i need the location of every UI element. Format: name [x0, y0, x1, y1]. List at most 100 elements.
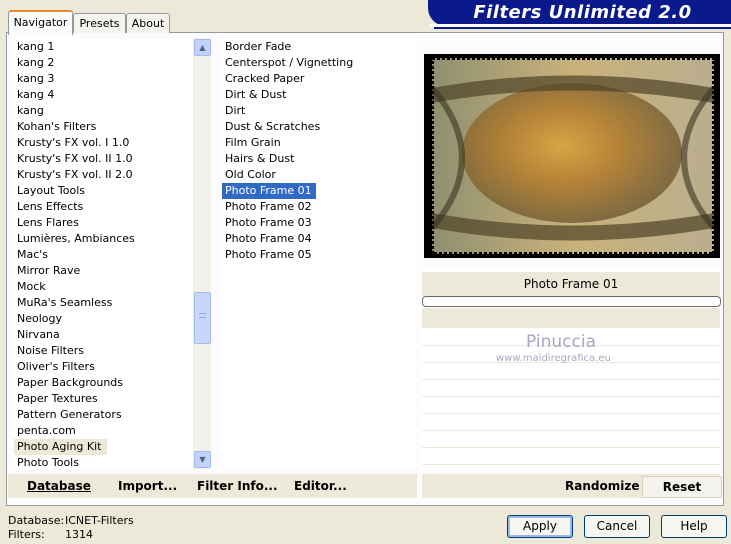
tab-navigator[interactable]: Navigator	[8, 10, 73, 35]
category-item[interactable]: Photo Aging Kit	[14, 439, 193, 455]
category-item-label: penta.com	[17, 424, 76, 437]
tab-presets[interactable]: Presets	[73, 13, 126, 33]
category-item[interactable]: Photo Tools	[14, 455, 193, 469]
database-button[interactable]: Database	[27, 474, 91, 498]
scroll-down-button[interactable]: ▼	[194, 451, 211, 468]
randomize-label: Randomize	[565, 479, 640, 493]
editor-label: Editor...	[294, 479, 347, 493]
filter-item[interactable]: Hairs & Dust	[222, 151, 416, 167]
reset-button[interactable]: Reset	[642, 476, 722, 498]
category-item[interactable]: Noise Filters	[14, 343, 193, 359]
category-item-label: Kohan's Filters	[17, 120, 97, 133]
category-item[interactable]: kang 3	[14, 71, 193, 87]
category-item-label: Krusty's FX vol. II 1.0	[17, 152, 133, 165]
category-item-label: Layout Tools	[17, 184, 85, 197]
category-item[interactable]: Neology	[14, 311, 193, 327]
category-item[interactable]: kang 1	[14, 39, 193, 55]
category-scrollbar[interactable]: ▲ ▼	[193, 38, 211, 469]
import-button[interactable]: Import...	[118, 474, 177, 498]
category-item[interactable]: Krusty's FX vol. II 1.0	[14, 151, 193, 167]
category-item[interactable]: Lens Flares	[14, 215, 193, 231]
category-item[interactable]: Kohan's Filters	[14, 119, 193, 135]
filter-item[interactable]: Border Fade	[222, 39, 416, 55]
category-item-label: Paper Backgrounds	[17, 376, 124, 389]
param-row-divider	[422, 447, 720, 448]
filter-info-label: Filter Info...	[197, 479, 278, 493]
category-item[interactable]: Mock	[14, 279, 193, 295]
filter-item-label: Photo Frame 02	[225, 200, 312, 213]
category-item[interactable]: Oliver's Filters	[14, 359, 193, 375]
filter-item[interactable]: Photo Frame 01	[222, 183, 416, 199]
category-item[interactable]: Paper Textures	[14, 391, 193, 407]
filter-list[interactable]: Border Fade Centerspot / Vignetting Cracke…	[222, 38, 416, 469]
tab-about[interactable]: About	[126, 13, 170, 33]
status-database-value: ICNET-Filters	[65, 514, 134, 527]
category-item[interactable]: MuRa's Seamless	[14, 295, 193, 311]
category-item[interactable]: Lumières, Ambiances	[14, 231, 193, 247]
filter-item-label: Photo Frame 03	[225, 216, 312, 229]
filter-item[interactable]: Dust & Scratches	[222, 119, 416, 135]
category-item-label: kang 4	[17, 88, 55, 101]
cancel-button[interactable]: Cancel	[584, 515, 650, 538]
category-item[interactable]: kang 4	[14, 87, 193, 103]
status-database-label: Database:	[8, 514, 65, 527]
filter-item[interactable]: Dirt	[222, 103, 416, 119]
status-filters-value: 1314	[65, 528, 93, 541]
category-item[interactable]: Paper Backgrounds	[14, 375, 193, 391]
category-item[interactable]: Krusty's FX vol. II 2.0	[14, 167, 193, 183]
filter-item-label: Hairs & Dust	[225, 152, 295, 165]
randomize-button[interactable]: Randomize	[565, 474, 639, 498]
filter-item[interactable]: Photo Frame 04	[222, 231, 416, 247]
filter-item-label: Dirt & Dust	[225, 88, 287, 101]
param-row-divider	[422, 430, 720, 431]
category-item[interactable]: Lens Effects	[14, 199, 193, 215]
filter-item[interactable]: Cracked Paper	[222, 71, 416, 87]
category-item[interactable]: Krusty's FX vol. I 1.0	[14, 135, 193, 151]
filter-item-label: Cracked Paper	[225, 72, 305, 85]
scroll-up-button[interactable]: ▲	[194, 39, 211, 56]
scrollbar-thumb[interactable]	[194, 292, 211, 344]
editor-button[interactable]: Editor...	[294, 474, 347, 498]
filter-item-label: Film Grain	[225, 136, 281, 149]
filter-item-label: Photo Frame 04	[225, 232, 312, 245]
import-label: Import...	[118, 479, 178, 493]
category-list[interactable]: kang 1 kang 2 kang 3 kang 4 kang Kohan's Filt…	[14, 38, 193, 469]
param-row-divider	[422, 464, 720, 465]
param-row-divider	[422, 413, 720, 414]
filter-item-label: Photo Frame 05	[225, 248, 312, 261]
progress-bar	[422, 296, 721, 307]
filter-item[interactable]: Centerspot / Vignetting	[222, 55, 416, 71]
category-item-label: kang 2	[17, 56, 55, 69]
category-item-label: kang	[17, 104, 44, 117]
filter-item-label: Centerspot / Vignetting	[225, 56, 354, 69]
category-item[interactable]: Nirvana	[14, 327, 193, 343]
filter-item[interactable]: Old Color	[222, 167, 416, 183]
category-item-label: Photo Aging Kit	[14, 439, 108, 455]
filter-item[interactable]: Photo Frame 05	[222, 247, 416, 263]
category-item-label: Lens Effects	[17, 200, 84, 213]
filter-item[interactable]: Dirt & Dust	[222, 87, 416, 103]
category-item-label: Noise Filters	[17, 344, 84, 357]
apply-button[interactable]: Apply	[507, 515, 573, 538]
category-item-label: kang 1	[17, 40, 55, 53]
filter-item[interactable]: Photo Frame 02	[222, 199, 416, 215]
reset-label: Reset	[662, 480, 702, 494]
category-item[interactable]: Pattern Generators	[14, 407, 193, 423]
category-item[interactable]: Layout Tools	[14, 183, 193, 199]
filter-item[interactable]: Photo Frame 03	[222, 215, 416, 231]
help-button[interactable]: Help	[661, 515, 727, 538]
category-item[interactable]: kang	[14, 103, 193, 119]
app-title: Filters Unlimited 2.0	[473, 2, 692, 23]
category-item[interactable]: Mirror Rave	[14, 263, 193, 279]
category-item[interactable]: penta.com	[14, 423, 193, 439]
filter-item[interactable]: Film Grain	[222, 135, 416, 151]
selected-filter-name: Photo Frame 01	[422, 272, 720, 296]
filter-info-button[interactable]: Filter Info...	[197, 474, 278, 498]
filter-item-label: Border Fade	[225, 40, 292, 53]
category-item[interactable]: kang 2	[14, 55, 193, 71]
filter-item-label: Dirt	[225, 104, 246, 117]
category-item[interactable]: Mac's	[14, 247, 193, 263]
category-item-label: kang 3	[17, 72, 55, 85]
category-item-label: Mirror Rave	[17, 264, 81, 277]
parameter-header	[422, 308, 720, 328]
